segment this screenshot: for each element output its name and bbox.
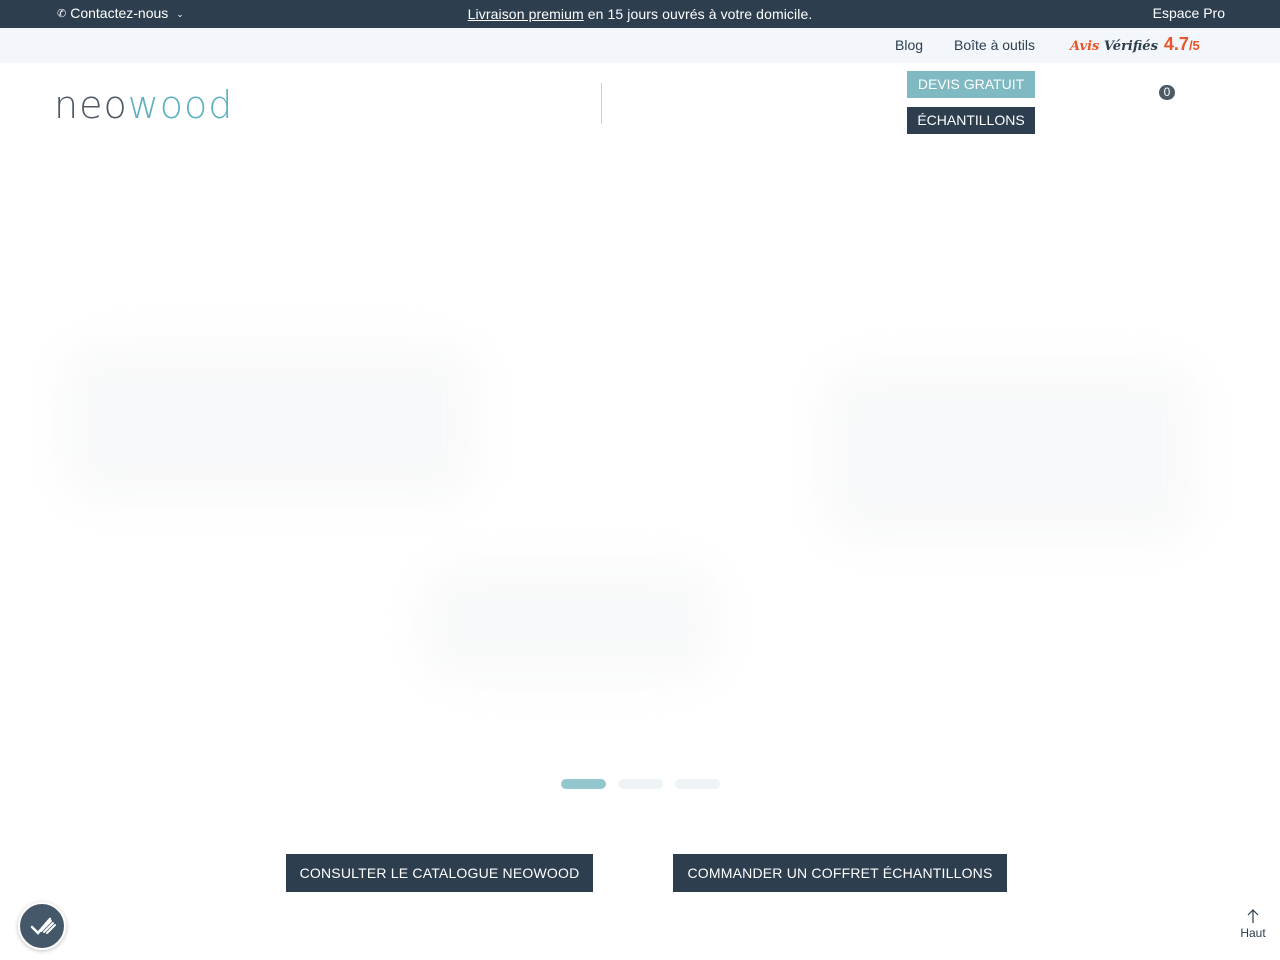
top-announcement-bar: ✆ Contactez-nous ⌄ Livraison premium en … xyxy=(0,0,1280,28)
header-divider xyxy=(601,83,602,124)
catalogue-button[interactable]: CONSULTER LE CATALOGUE NEOWOOD xyxy=(286,854,593,892)
reviews-logo: Avis Vérifiés xyxy=(1070,39,1158,54)
blog-link[interactable]: Blog xyxy=(895,37,923,53)
slider-dot-1[interactable] xyxy=(561,779,606,789)
slider-dot-3[interactable] xyxy=(675,779,720,789)
back-to-top-label: Haut xyxy=(1240,926,1266,940)
hero-slider[interactable] xyxy=(0,143,1280,803)
cookie-consent-button[interactable] xyxy=(18,902,66,950)
neowood-logo[interactable]: neowood xyxy=(54,83,233,127)
pro-space-link[interactable]: Espace Pro xyxy=(1153,5,1225,21)
review-score: 4.7/5 xyxy=(1163,34,1200,54)
delivery-promo: Livraison premium en 15 jours ouvrés à v… xyxy=(0,6,1280,22)
cart-count-badge[interactable]: 0 xyxy=(1159,85,1175,100)
slider-dot-2[interactable] xyxy=(618,779,663,789)
promo-text: en 15 jours ouvrés à votre domicile. xyxy=(583,6,813,22)
slider-pagination xyxy=(561,779,720,789)
main-header: neowood DEVIS GRATUIT ÉCHANTILLONS 0 xyxy=(0,63,1280,143)
double-check-icon xyxy=(30,917,56,935)
back-to-top-button[interactable]: Haut xyxy=(1236,908,1270,940)
verified-reviews-badge[interactable]: Avis Vérifiés 4.7/5 xyxy=(1070,34,1200,55)
premium-delivery-link[interactable]: Livraison premium xyxy=(468,6,584,22)
hero-image-faded xyxy=(60,343,480,503)
arrow-up-icon xyxy=(1247,909,1259,923)
samples-button[interactable]: ÉCHANTILLONS xyxy=(907,107,1035,134)
hero-image-faded xyxy=(420,563,720,683)
free-quote-button[interactable]: DEVIS GRATUIT xyxy=(907,71,1035,98)
hero-image-faded xyxy=(820,363,1200,543)
toolbox-link[interactable]: Boîte à outils xyxy=(954,37,1035,53)
order-samples-box-button[interactable]: COMMANDER UN COFFRET ÉCHANTILLONS xyxy=(673,854,1007,892)
secondary-nav: Blog Boîte à outils Avis Vérifiés 4.7/5 xyxy=(0,28,1280,63)
